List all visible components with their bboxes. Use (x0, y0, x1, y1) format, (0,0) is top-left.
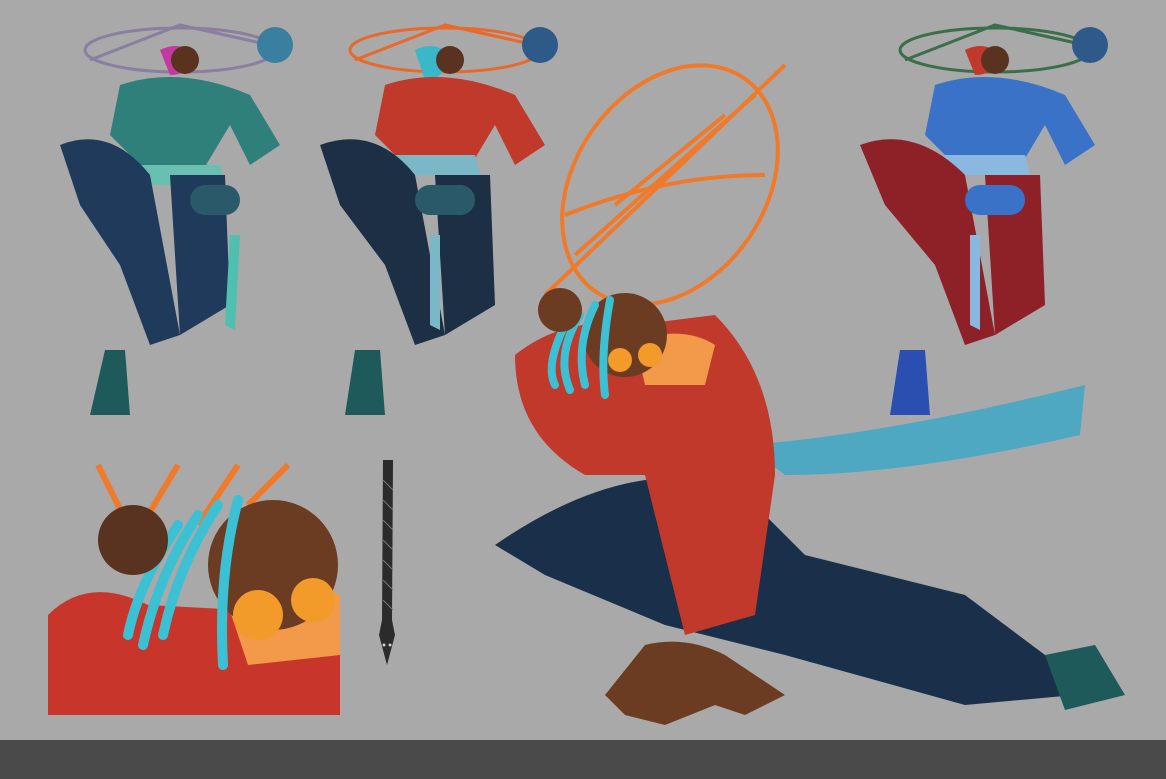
character-figure-teal (50, 5, 300, 420)
bottom-status-bar (0, 740, 1166, 779)
main-character-figure (485, 55, 1145, 735)
snake-sketch (375, 460, 400, 670)
art-canvas (0, 0, 1166, 740)
detail-crop-panel (48, 462, 340, 715)
